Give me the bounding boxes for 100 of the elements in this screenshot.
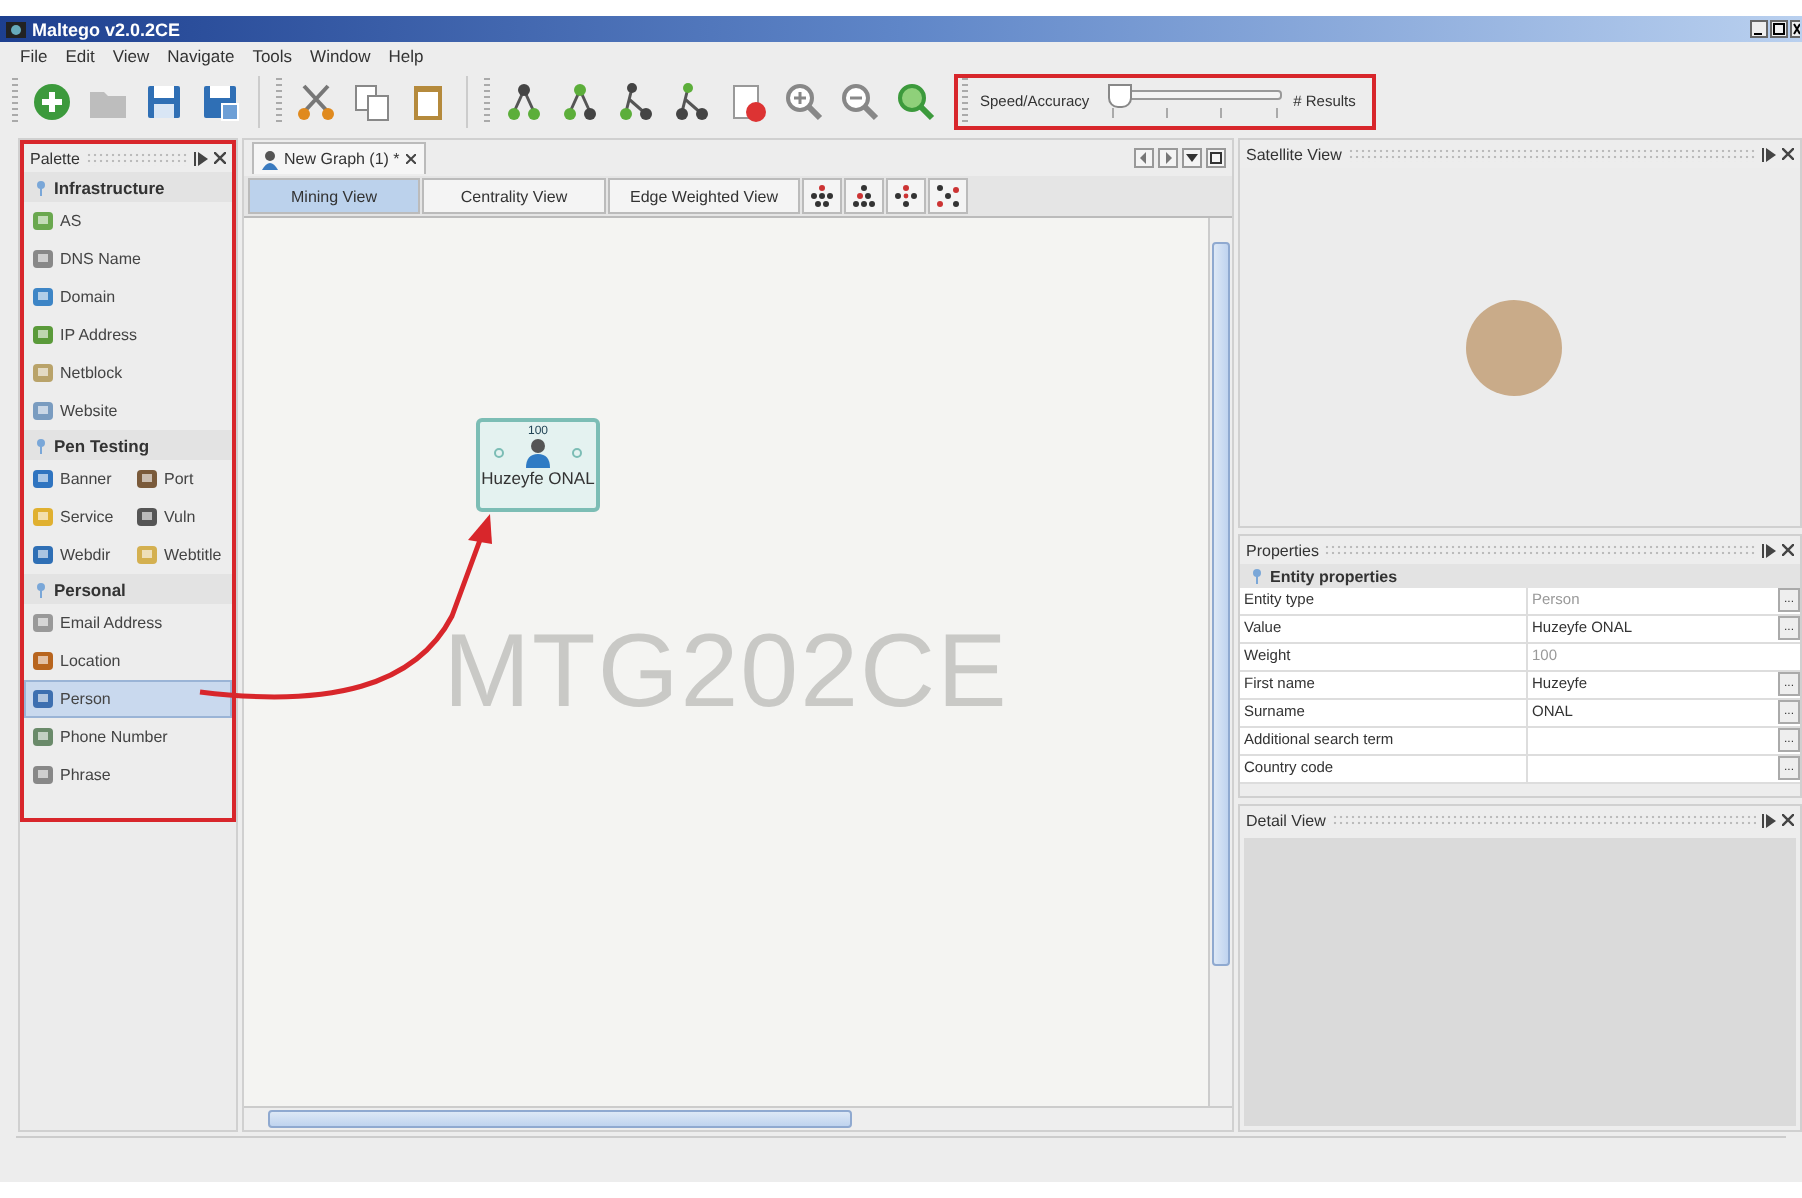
- tree-layout-icon: [851, 184, 876, 208]
- palette-item[interactable]: Website: [24, 392, 232, 430]
- entity-icon: [32, 506, 54, 528]
- entity-icon: [136, 506, 158, 528]
- toolbar-grip[interactable]: [484, 77, 490, 125]
- organic-layout-icon: [935, 184, 960, 208]
- node-marker: [1464, 297, 1564, 397]
- entity-icon: [32, 726, 54, 748]
- minimize-icon[interactable]: [1762, 147, 1776, 161]
- layout-button[interactable]: [885, 178, 926, 214]
- entity-icon: [32, 324, 54, 346]
- view-tab[interactable]: Mining View: [248, 178, 420, 214]
- copy-icon[interactable]: [350, 79, 394, 123]
- hierarchy-layout-icon: [809, 184, 834, 208]
- minimize-icon[interactable]: [1762, 543, 1776, 557]
- palette-item[interactable]: Person: [24, 680, 232, 718]
- entity-icon: [32, 544, 54, 566]
- circle-layout-icon: [893, 184, 918, 208]
- palette-item[interactable]: Phrase: [24, 756, 232, 794]
- view-tab[interactable]: Centrality View: [422, 178, 606, 214]
- entity-icon: [32, 612, 54, 634]
- vertical-scrollbar[interactable]: [1208, 218, 1232, 1106]
- person-icon: [526, 438, 550, 468]
- entity-icon: [32, 764, 54, 786]
- window-title: Maltego v2.0.2CE: [32, 19, 183, 39]
- close-icon[interactable]: [1782, 814, 1794, 826]
- toolbar-grip[interactable]: [12, 77, 18, 125]
- entity-icon: [32, 210, 54, 232]
- minimize-icon[interactable]: [1762, 813, 1776, 827]
- menu-item[interactable]: Window: [310, 46, 371, 66]
- dropdown-icon[interactable]: [1182, 148, 1202, 168]
- entity-icon: [32, 400, 54, 422]
- palette-item[interactable]: AS: [24, 202, 232, 240]
- layout-button[interactable]: [801, 178, 842, 214]
- zoom-in-icon[interactable]: [782, 79, 826, 123]
- scissors-icon[interactable]: [294, 79, 338, 123]
- zoom-out-icon[interactable]: [838, 79, 882, 123]
- close-icon[interactable]: [1782, 148, 1794, 160]
- palette-item[interactable]: Service: [24, 498, 128, 536]
- port-icon: [494, 448, 504, 458]
- toolbar-grip[interactable]: [276, 77, 282, 125]
- toolbar-grip[interactable]: [962, 77, 968, 125]
- menu-item[interactable]: Navigate: [167, 46, 235, 66]
- pin-icon: [1252, 568, 1262, 584]
- pin-icon: [36, 437, 46, 453]
- panel-title: Palette: [30, 149, 80, 167]
- entity-icon: [136, 544, 158, 566]
- palette-item[interactable]: Domain: [24, 278, 232, 316]
- palette-item[interactable]: Banner: [24, 460, 128, 498]
- palette-item[interactable]: Email Address: [24, 604, 232, 642]
- minimize-icon[interactable]: [194, 151, 208, 165]
- panel-title: Properties: [1246, 541, 1319, 559]
- node-branch-icon[interactable]: [670, 79, 714, 123]
- palette-item[interactable]: Webdir: [24, 536, 128, 574]
- menu-item[interactable]: Edit: [65, 46, 95, 66]
- node-tree-icon[interactable]: [502, 79, 546, 123]
- palette-item[interactable]: IP Address: [24, 316, 232, 354]
- close-icon[interactable]: [405, 154, 416, 164]
- menu-item[interactable]: Tools: [252, 46, 293, 66]
- plus-icon[interactable]: [30, 79, 74, 123]
- port-icon: [572, 448, 582, 458]
- close-icon[interactable]: [214, 152, 226, 164]
- minimize-icon[interactable]: [1750, 20, 1768, 38]
- app-logo-icon: [6, 19, 26, 39]
- palette-item[interactable]: Location: [24, 642, 232, 680]
- horizontal-scrollbar[interactable]: [244, 1106, 1232, 1130]
- close-icon[interactable]: [1790, 20, 1800, 38]
- layout-button[interactable]: [927, 178, 968, 214]
- node-label: Huzeyfe ONAL: [481, 468, 595, 488]
- scroll-left-icon[interactable]: [1134, 148, 1154, 168]
- category-label: Pen Testing: [54, 435, 150, 455]
- palette-item[interactable]: Port: [128, 460, 232, 498]
- maximize-icon[interactable]: [1206, 148, 1226, 168]
- menu-item[interactable]: Help: [388, 46, 424, 66]
- category-label: Personal: [54, 579, 126, 599]
- entity-icon: [32, 468, 54, 490]
- palette-item[interactable]: DNS Name: [24, 240, 232, 278]
- palette-item[interactable]: Netblock: [24, 354, 232, 392]
- palette-item[interactable]: Phone Number: [24, 718, 232, 756]
- scroll-right-icon[interactable]: [1158, 148, 1178, 168]
- layout-button[interactable]: [843, 178, 884, 214]
- menu-item[interactable]: View: [112, 46, 150, 66]
- entity-icon: [32, 688, 54, 710]
- view-tab[interactable]: Edge Weighted View: [608, 178, 800, 214]
- person-icon: [262, 149, 278, 169]
- palette-item[interactable]: Vuln: [128, 498, 232, 536]
- entity-icon: [32, 248, 54, 270]
- close-icon[interactable]: [1782, 544, 1794, 556]
- menu-item[interactable]: File: [20, 46, 48, 66]
- maximize-icon[interactable]: [1770, 20, 1788, 38]
- node-branch-icon[interactable]: [614, 79, 658, 123]
- slider-thumb[interactable]: [1107, 83, 1132, 107]
- palette-item[interactable]: Webtitle: [128, 536, 232, 574]
- entity-icon: [32, 362, 54, 384]
- pin-icon: [36, 581, 46, 597]
- graph-tab[interactable]: New Graph (1) *: [252, 142, 426, 174]
- panel-title: Detail View: [1246, 811, 1326, 829]
- magnifier-icon[interactable]: [894, 79, 938, 123]
- entity-icon: [32, 286, 54, 308]
- node-tree-icon[interactable]: [558, 79, 602, 123]
